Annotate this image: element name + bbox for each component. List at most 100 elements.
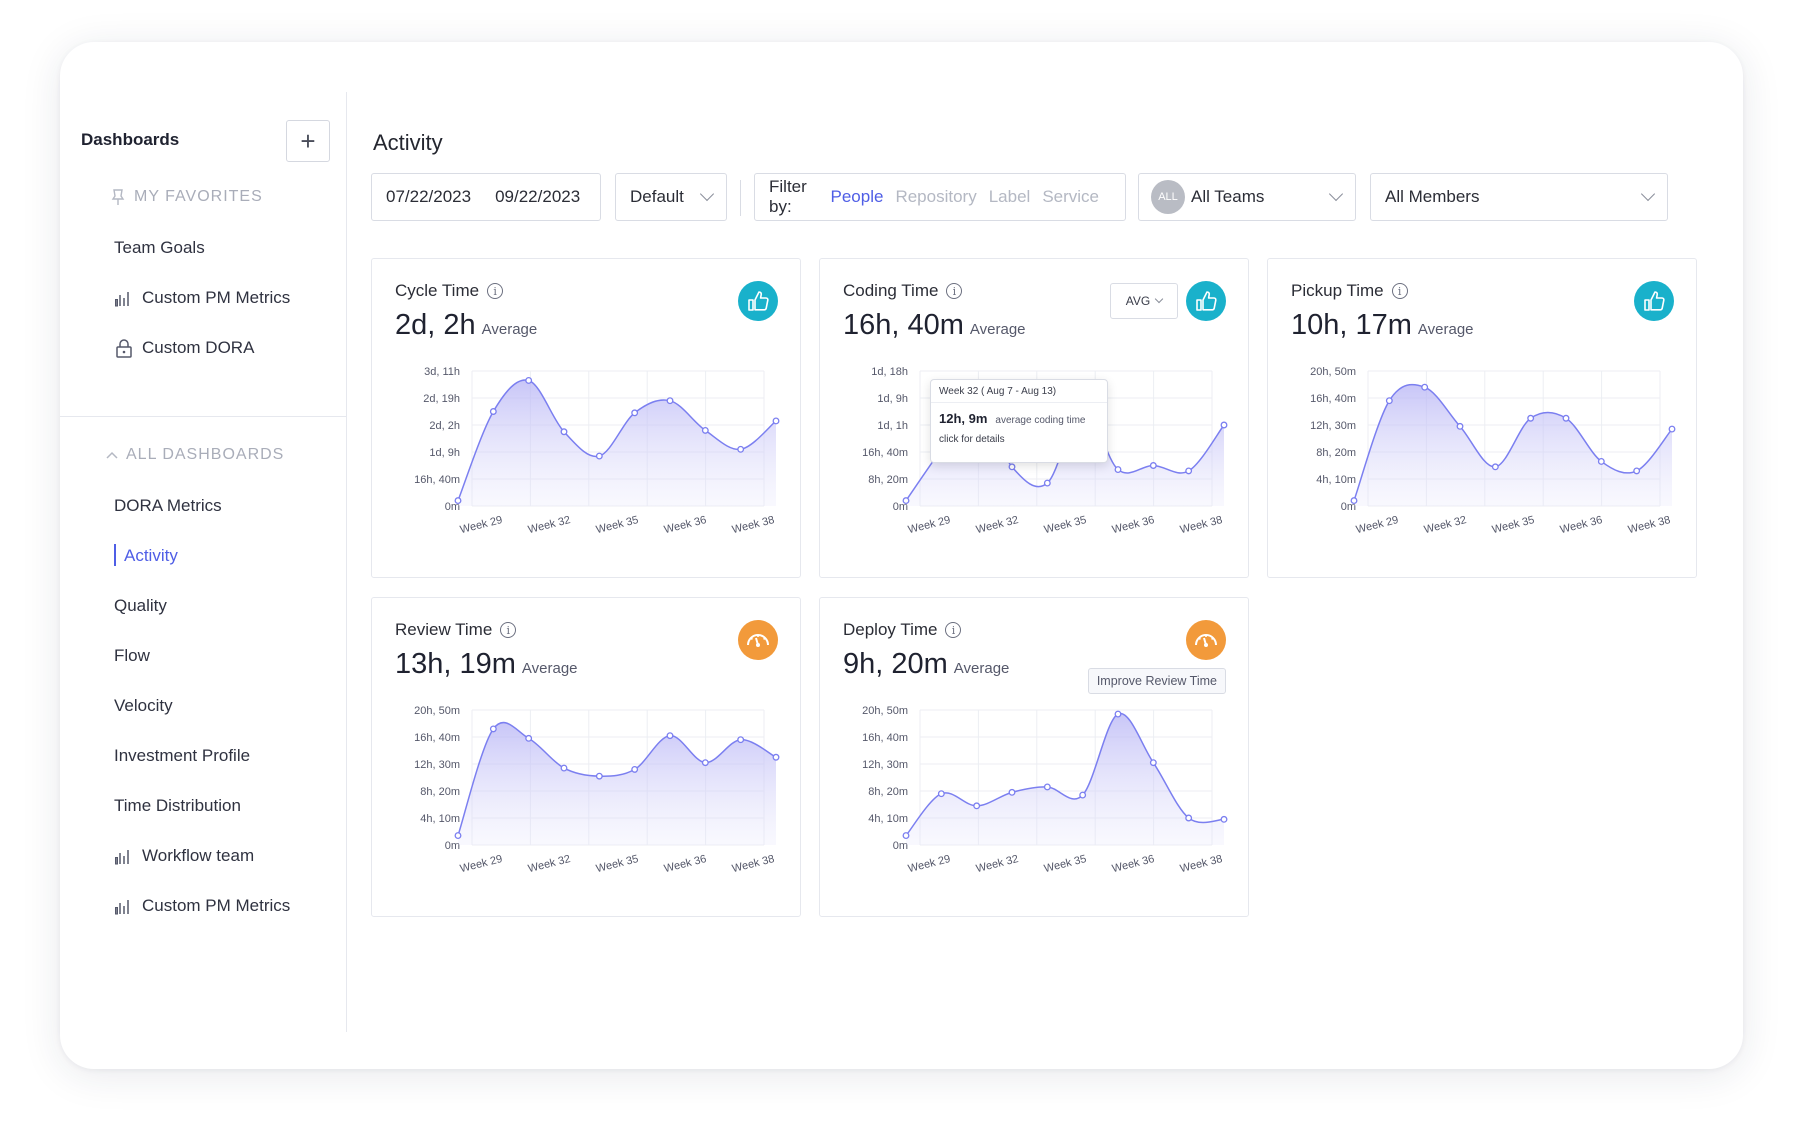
view-select[interactable]: Default: [615, 173, 727, 221]
sidebar-item-velocity[interactable]: Velocity: [114, 696, 173, 716]
thumbs-up-icon: [738, 281, 778, 321]
add-dashboard-button[interactable]: +: [286, 120, 330, 162]
metric-value-text: 10h, 17m: [1291, 309, 1412, 341]
sidebar-item-activity[interactable]: Activity: [114, 544, 178, 566]
data-point: [701, 426, 709, 434]
data-point: [1350, 497, 1358, 505]
metric-chart[interactable]: 3d, 11h2d, 19h2d, 2h1d, 9h16h, 40m0mWeek…: [372, 359, 802, 579]
data-point: [1043, 479, 1051, 487]
x-tick-label: Week 38: [1627, 514, 1672, 536]
date-range-picker[interactable]: 07/22/2023 09/22/2023: [371, 173, 601, 221]
improve-review-time-button[interactable]: Improve Review Time: [1087, 668, 1226, 694]
metric-value-text: 16h, 40m: [843, 309, 964, 341]
favorites-section[interactable]: MY FAVORITES: [110, 188, 263, 206]
tooltip-value: 12h, 9m average coding time: [931, 403, 1107, 426]
lock-icon: [116, 339, 132, 358]
metric-chart[interactable]: 20h, 50m16h, 40m12h, 30m8h, 20m4h, 10m0m…: [1268, 359, 1698, 579]
x-tick-label: Week 29: [907, 853, 952, 875]
info-icon[interactable]: i: [945, 622, 962, 638]
metric-value: 16h, 40m Average: [843, 309, 1026, 342]
filter-option-repository[interactable]: Repository: [895, 187, 976, 207]
sidebar-item-investment-profile[interactable]: Investment Profile: [114, 746, 250, 766]
sidebar-item-dora-metrics[interactable]: DORA Metrics: [114, 496, 222, 516]
y-tick-label: 3d, 11h: [424, 366, 460, 378]
metric-value-suffix: Average: [969, 321, 1026, 338]
aggregation-select[interactable]: AVG: [1110, 283, 1178, 319]
data-point: [489, 408, 497, 415]
y-tick-label: 16h, 40m: [862, 732, 908, 744]
all-dashboards-section[interactable]: ALL DASHBOARDS: [106, 446, 284, 464]
info-icon[interactable]: i: [500, 622, 517, 638]
filter-option-people[interactable]: People: [831, 187, 884, 207]
tooltip-header: Week 32 ( Aug 7 - Aug 13): [931, 380, 1107, 403]
metric-title: Review Time i: [395, 620, 517, 640]
x-tick-label: Week 35: [1043, 853, 1088, 875]
x-tick-label: Week 29: [459, 514, 504, 536]
metric-card-review-time[interactable]: Review Time i 13h, 19m Average 20h, 50m 16h…: [371, 597, 801, 917]
sidebar-item-custom-dora[interactable]: Custom DORA: [114, 338, 254, 358]
chevron-down-icon: [699, 186, 715, 202]
y-tick-label: 2d, 2h: [429, 420, 460, 432]
tooltip-value-label: average coding time: [995, 415, 1086, 426]
sidebar-item-label: Custom PM Metrics: [142, 288, 291, 307]
y-tick-label: 16h, 40m: [414, 474, 460, 486]
data-point: [772, 753, 780, 761]
teams-select[interactable]: ALL All Teams: [1138, 173, 1356, 221]
sidebar-item-quality[interactable]: Quality: [114, 596, 167, 616]
x-tick-label: Week 36: [663, 514, 708, 536]
members-select[interactable]: All Members: [1370, 173, 1668, 221]
metric-chart[interactable]: 20h, 50m16h, 40m12h, 30m8h, 20m4h, 10m0m…: [820, 698, 1250, 918]
metric-chart[interactable]: 20h, 50m16h, 40m12h, 30m8h, 20m4h, 10m0m…: [372, 698, 802, 918]
chart-tooltip[interactable]: Week 32 ( Aug 7 - Aug 13) 12h, 9m average…: [930, 379, 1108, 463]
filter-option-label[interactable]: Label: [989, 187, 1031, 207]
y-tick-label: 4h, 10m: [868, 813, 908, 825]
sidebar-item-custom-pm-metrics-2[interactable]: Custom PM Metrics: [114, 896, 290, 916]
info-icon[interactable]: i: [1391, 283, 1408, 299]
metric-card-coding-time[interactable]: Coding Time i 16h, 40m Average AVG 1d, 18h…: [819, 258, 1249, 578]
date-from: 07/22/2023: [386, 187, 472, 206]
data-point: [1149, 759, 1157, 767]
metric-value-suffix: Average: [953, 660, 1010, 677]
y-tick-label: 0m: [893, 840, 908, 852]
metric-card-deploy-time[interactable]: Deploy Time i 9h, 20m Average Improve Revi…: [819, 597, 1249, 917]
y-tick-label: 0m: [445, 840, 460, 852]
metric-title: Deploy Time i: [843, 620, 962, 640]
x-tick-label: Week 32: [975, 514, 1020, 536]
info-icon[interactable]: i: [487, 283, 504, 299]
data-point: [1562, 414, 1570, 422]
data-point: [454, 497, 462, 505]
sidebar-item-label: Quality: [114, 596, 167, 615]
metric-card-pickup-time[interactable]: Pickup Time i 10h, 17m Average 20h, 50m 16h…: [1267, 258, 1697, 578]
metric-title: Pickup Time i: [1291, 281, 1408, 301]
y-tick-label: 2d, 19h: [423, 393, 460, 405]
x-tick-label: Week 36: [1111, 514, 1156, 536]
sidebar-item-team-goals[interactable]: Team Goals: [114, 238, 205, 258]
tooltip-details-link[interactable]: click for details: [931, 426, 1107, 445]
pin-icon: [111, 189, 125, 205]
data-point: [1220, 815, 1228, 823]
sidebar-item-workflow-team[interactable]: Workflow team: [114, 846, 254, 866]
data-point: [1185, 814, 1193, 822]
y-tick-label: 1d, 9h: [877, 393, 908, 405]
bar-chart-icon: [115, 850, 129, 865]
sidebar-title: Dashboards: [81, 130, 180, 149]
y-tick-label: 16h, 40m: [1310, 393, 1356, 405]
filter-option-service[interactable]: Service: [1042, 187, 1099, 207]
metric-card-cycle-time[interactable]: Cycle Time i 2d, 2h Average 3d, 11h 2d, 19h…: [371, 258, 801, 578]
sidebar-item-label: Team Goals: [114, 238, 205, 257]
sidebar-item-flow[interactable]: Flow: [114, 646, 150, 666]
y-tick-label: 20h, 50m: [414, 705, 460, 717]
metric-value: 2d, 2h Average: [395, 309, 537, 342]
data-point: [701, 759, 709, 767]
filter-bar: Filter by: People Repository Label Servi…: [754, 173, 1126, 221]
x-tick-label: Week 38: [1179, 514, 1224, 536]
y-tick-label: 12h, 30m: [862, 759, 908, 771]
x-tick-label: Week 32: [1423, 514, 1468, 536]
chevron-down-icon: [1328, 186, 1344, 202]
metric-value: 10h, 17m Average: [1291, 309, 1474, 342]
header-divider: [740, 180, 741, 216]
info-icon[interactable]: i: [946, 283, 963, 299]
sidebar-item-time-distribution[interactable]: Time Distribution: [114, 796, 241, 816]
sidebar-item-custom-pm-metrics[interactable]: Custom PM Metrics: [114, 288, 290, 308]
bar-chart-icon: [115, 292, 129, 307]
